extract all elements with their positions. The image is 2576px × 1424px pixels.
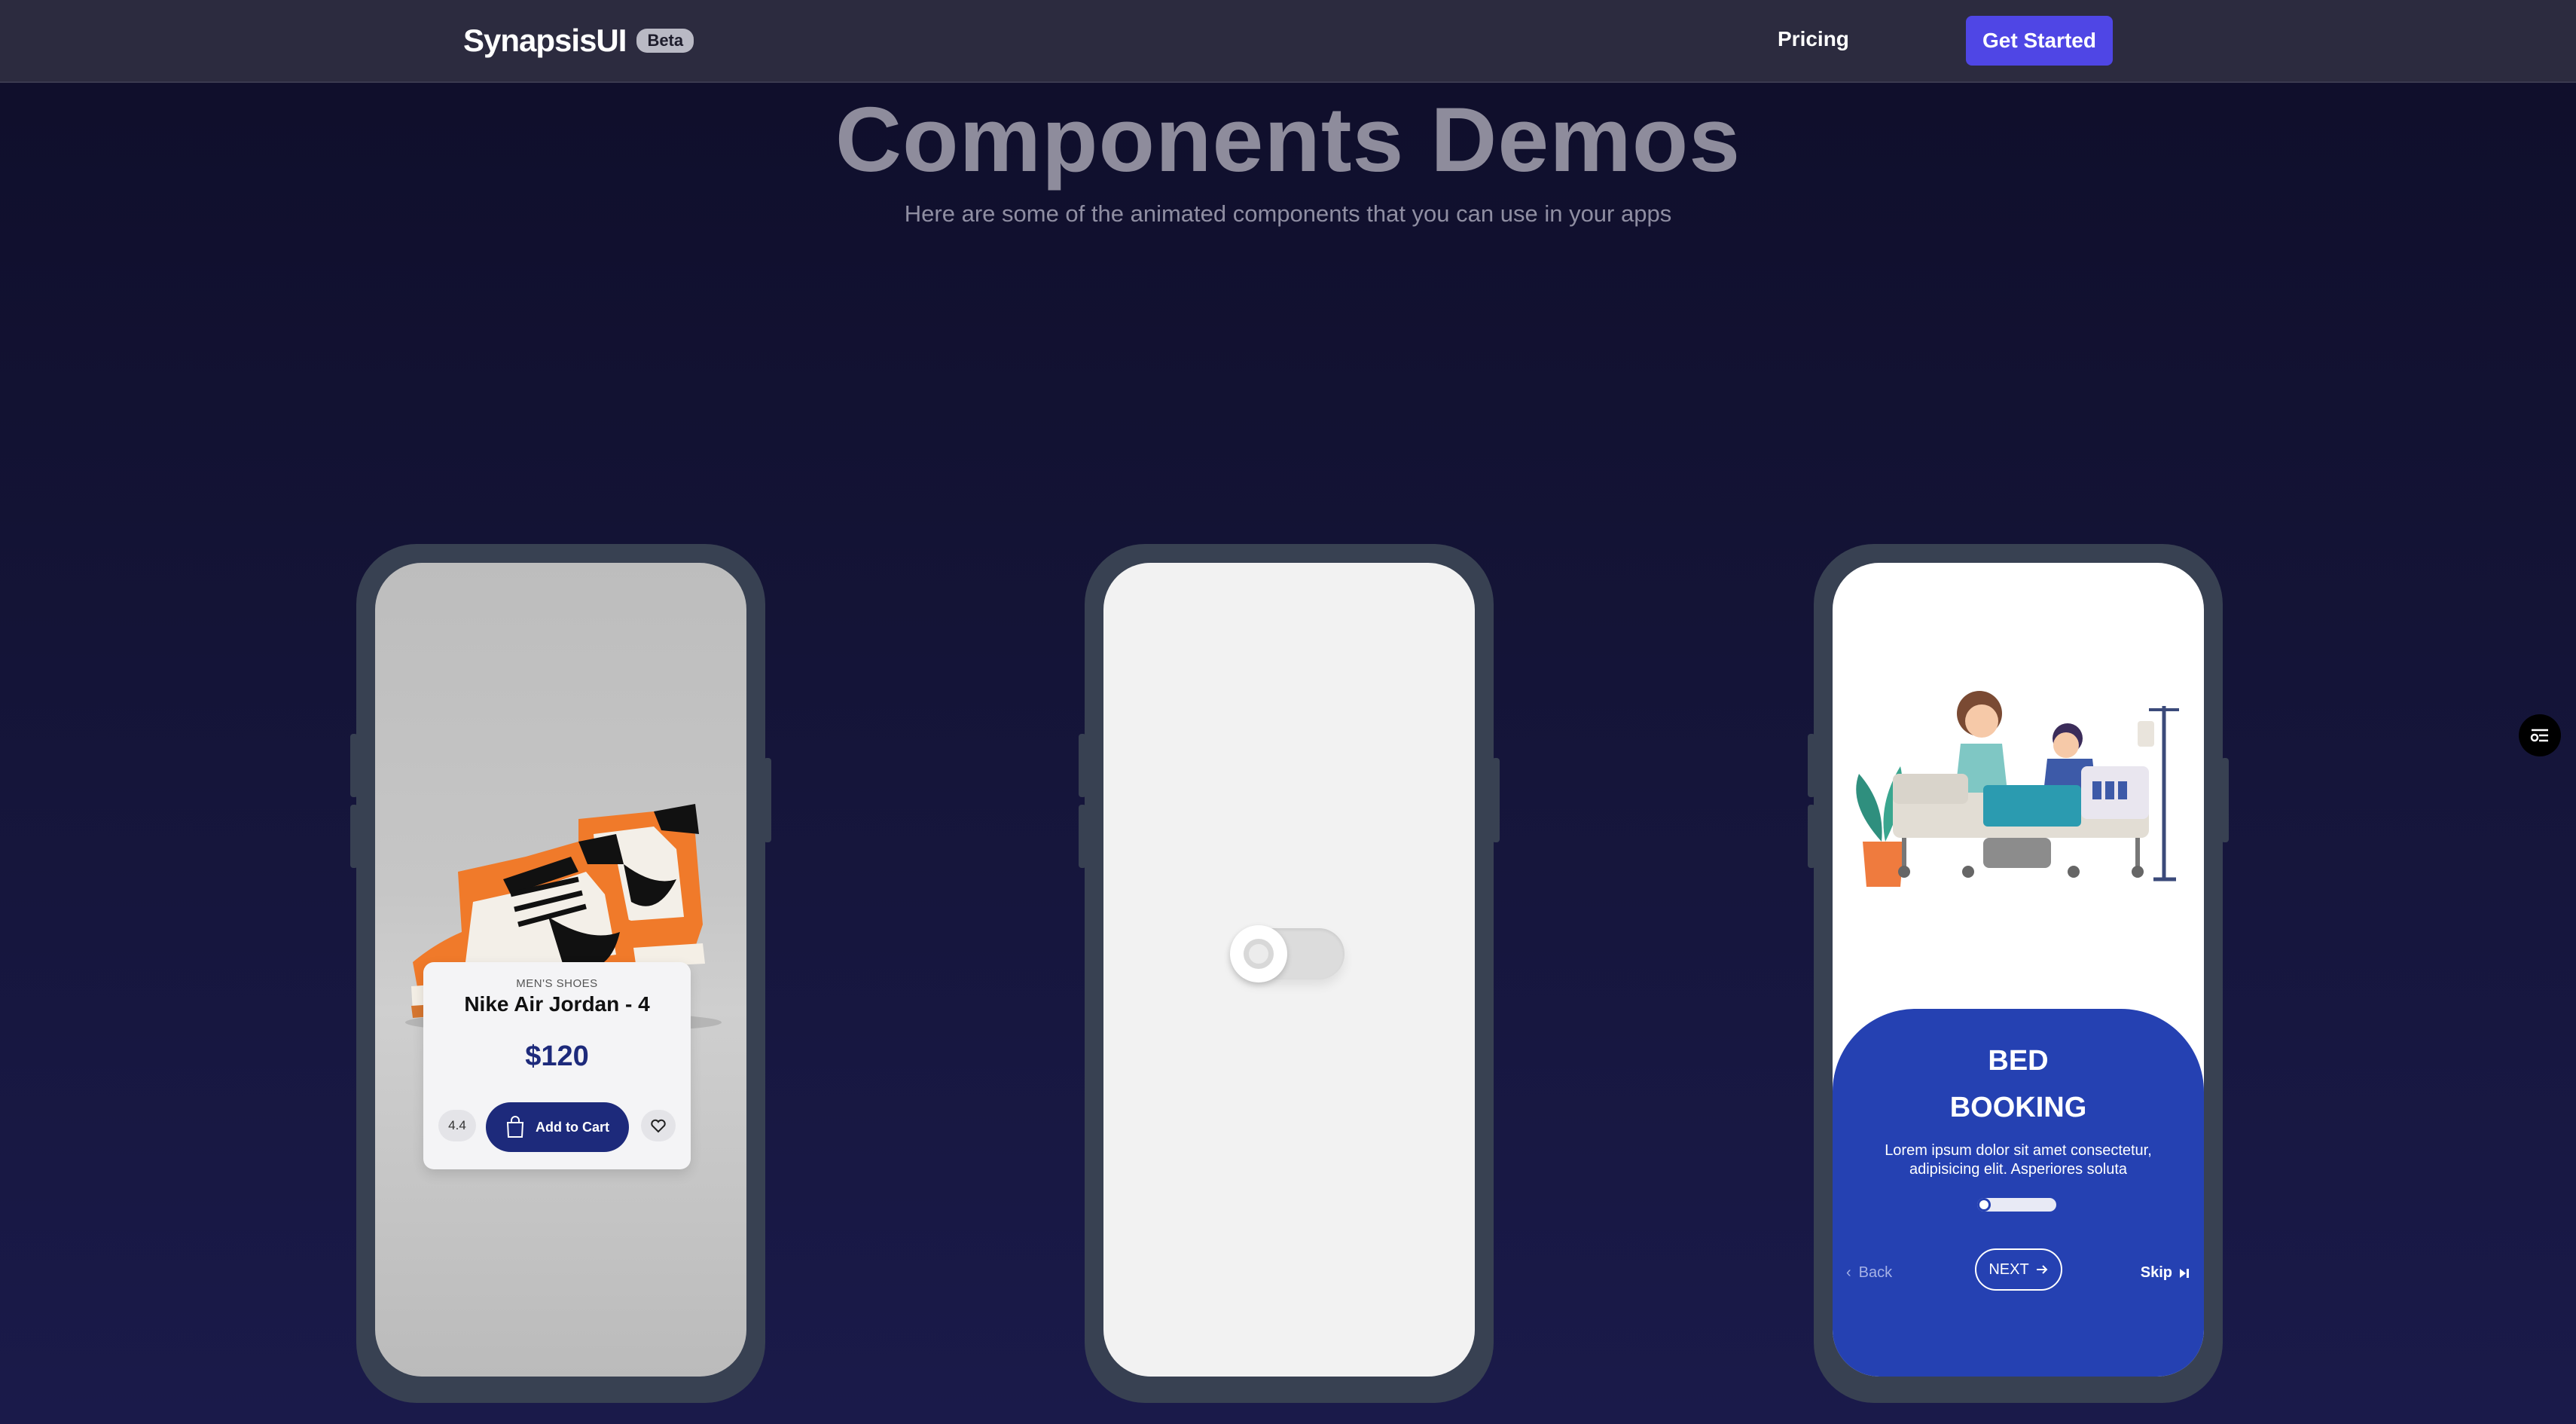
onboarding-title-line1: BED bbox=[1988, 1045, 2049, 1077]
add-to-cart-button[interactable]: Add to Cart bbox=[486, 1102, 629, 1152]
toggle-knob-ring-icon bbox=[1244, 939, 1274, 969]
phone-volume-up-button bbox=[1808, 734, 1815, 797]
hospital-bed-illustration bbox=[1856, 691, 2179, 887]
onboarding-progress bbox=[1977, 1198, 2056, 1212]
onboarding-panel: BED BOOKING Lorem ipsum dolor sit amet c… bbox=[1833, 1009, 2204, 1377]
page-title: Components Demos bbox=[835, 88, 1741, 191]
skip-icon bbox=[2180, 1268, 2189, 1278]
arrow-right-icon bbox=[2036, 1265, 2048, 1274]
back-label: Back bbox=[1858, 1264, 1893, 1281]
onboarding-progress-fill bbox=[1977, 1198, 1991, 1212]
phone-mockup-toggle bbox=[1079, 544, 1500, 1403]
next-button[interactable]: NEXT bbox=[1975, 1248, 2062, 1291]
brand-name[interactable]: SynapsisUI bbox=[463, 23, 627, 59]
back-button[interactable]: ‹ Back bbox=[1846, 1264, 1892, 1282]
toggle-knob[interactable] bbox=[1230, 925, 1287, 982]
phone-screen bbox=[1103, 563, 1475, 1377]
heart-icon bbox=[651, 1119, 666, 1133]
phone-volume-down-button bbox=[1079, 805, 1086, 868]
onboarding-title: BED BOOKING bbox=[1833, 1037, 2204, 1131]
phone-volume-down-button bbox=[350, 805, 358, 868]
get-started-button[interactable]: Get Started bbox=[1966, 16, 2113, 66]
toggle-switch[interactable] bbox=[1230, 925, 1344, 982]
phone-power-button bbox=[1492, 758, 1500, 842]
next-label: NEXT bbox=[1988, 1261, 2029, 1278]
brand[interactable]: SynapsisUI Beta bbox=[463, 21, 694, 60]
floating-settings-button[interactable] bbox=[2519, 714, 2561, 756]
phone-power-button bbox=[2221, 758, 2229, 842]
product-name: Nike Air Jordan - 4 bbox=[464, 992, 650, 1016]
shopping-bag-icon bbox=[506, 1116, 524, 1138]
phone-mockup-product: MEN'S SHOES Nike Air Jordan - 4 $120 4.4… bbox=[350, 544, 771, 1403]
add-to-cart-label: Add to Cart bbox=[536, 1119, 609, 1135]
skip-button[interactable]: Skip bbox=[2141, 1264, 2190, 1282]
phone-volume-down-button bbox=[1808, 805, 1815, 868]
rating-badge: 4.4 bbox=[438, 1110, 476, 1141]
phone-volume-up-button bbox=[1079, 734, 1086, 797]
chevron-left-icon: ‹ bbox=[1846, 1264, 1851, 1281]
product-category: MEN'S SHOES bbox=[516, 977, 598, 990]
onboarding-title-line2: BOOKING bbox=[1949, 1092, 2087, 1123]
page-subtitle: Here are some of the animated components… bbox=[904, 200, 1672, 227]
phone-screen: MEN'S SHOES Nike Air Jordan - 4 $120 4.4… bbox=[375, 563, 746, 1377]
phone-mockup-onboarding: BED BOOKING Lorem ipsum dolor sit amet c… bbox=[1808, 544, 2229, 1403]
wishlist-button[interactable] bbox=[641, 1110, 676, 1141]
sliders-icon bbox=[2530, 729, 2548, 742]
phone-power-button bbox=[764, 758, 771, 842]
nav-pricing-link[interactable]: Pricing bbox=[1778, 27, 1849, 51]
top-navbar: SynapsisUI Beta Pricing Get Started bbox=[0, 0, 2576, 83]
phone-screen: BED BOOKING Lorem ipsum dolor sit amet c… bbox=[1833, 563, 2204, 1377]
skip-label: Skip bbox=[2140, 1264, 2172, 1281]
product-card[interactable]: MEN'S SHOES Nike Air Jordan - 4 $120 4.4… bbox=[423, 962, 691, 1169]
phone-volume-up-button bbox=[350, 734, 358, 797]
product-price: $120 bbox=[525, 1040, 589, 1072]
onboarding-description: Lorem ipsum dolor sit amet consectetur, … bbox=[1885, 1142, 2152, 1178]
beta-badge: Beta bbox=[636, 29, 694, 53]
